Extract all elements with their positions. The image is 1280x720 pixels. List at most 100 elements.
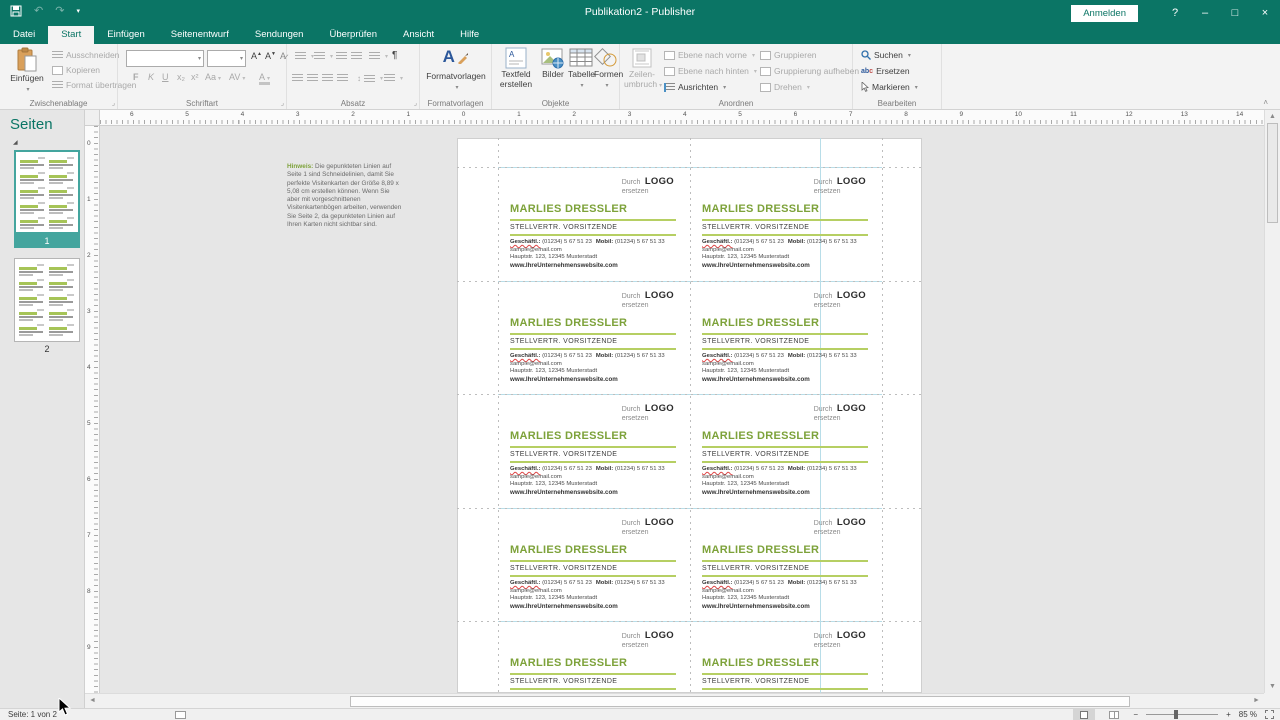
zoom-slider-thumb[interactable] — [1174, 710, 1178, 719]
tab-einfuegen[interactable]: Einfügen — [94, 26, 158, 44]
business-card[interactable]: Durch LOGO ersetzen MARLIES DRESSLER STE… — [498, 167, 690, 281]
logo-placeholder[interactable]: Durch LOGO ersetzen — [622, 516, 674, 537]
vertical-scrollbar[interactable]: ▲ ▼ — [1264, 110, 1280, 693]
card-name[interactable]: MARLIES DRESSLER — [510, 430, 627, 442]
vertical-ruler[interactable]: 0123456789 — [85, 126, 100, 693]
tab-seitenentwurf[interactable]: Seitenentwurf — [158, 26, 242, 44]
grow-font-button[interactable]: A▲ — [251, 51, 262, 61]
customize-quick-access-icon[interactable]: ▾ — [76, 7, 80, 15]
italic-button[interactable]: K — [148, 72, 154, 82]
copy-button[interactable]: Kopieren — [52, 65, 100, 75]
card-job-title[interactable]: STELLVERTR. VORSITZENDE — [510, 565, 617, 572]
card-job-title[interactable]: STELLVERTR. VORSITZENDE — [702, 224, 809, 231]
font-color-button[interactable]: A — [259, 72, 270, 85]
business-card[interactable]: Durch LOGO ersetzen MARLIES DRESSLER STE… — [690, 621, 882, 693]
align-center-button[interactable] — [307, 74, 318, 82]
card-job-title[interactable]: STELLVERTR. VORSITZENDE — [702, 451, 809, 458]
card-name[interactable]: MARLIES DRESSLER — [702, 203, 819, 215]
page-thumbnail-2[interactable]: 2 — [14, 258, 80, 356]
logo-placeholder[interactable]: Durch LOGO ersetzen — [814, 175, 866, 196]
line-spacing-button[interactable]: ↕ — [357, 74, 383, 83]
undo-icon[interactable]: ↶ — [34, 4, 43, 17]
card-job-title[interactable]: STELLVERTR. VORSITZENDE — [510, 678, 617, 685]
pages-collapse-icon[interactable]: ◢ — [0, 133, 84, 146]
shapes-button[interactable]: Formen — [594, 47, 618, 89]
card-contact-block[interactable]: Geschäftl.: (01234) 5 67 51 23Mobil: (01… — [702, 353, 874, 383]
horizontal-scrollbar[interactable]: ◄ ► — [85, 693, 1264, 708]
business-card[interactable]: Durch LOGO ersetzen MARLIES DRESSLER STE… — [690, 167, 882, 281]
replace-button[interactable]: abc Ersetzen — [861, 66, 910, 76]
business-card[interactable]: Durch LOGO ersetzen MARLIES DRESSLER STE… — [498, 621, 690, 693]
tab-datei[interactable]: Datei — [0, 26, 48, 44]
ungroup-button[interactable]: Gruppierung aufheben — [760, 66, 859, 76]
select-button[interactable]: Markieren — [861, 82, 918, 92]
justify-button[interactable] — [337, 74, 348, 82]
fit-page-icon[interactable] — [1265, 710, 1274, 719]
card-contact-block[interactable]: Geschäftl.: (01234) 5 67 51 23Mobil: (01… — [510, 239, 682, 269]
restore-icon[interactable]: □ — [1220, 7, 1250, 19]
single-page-view-button[interactable] — [1073, 709, 1095, 720]
scroll-right-icon[interactable]: ► — [1249, 694, 1264, 707]
bring-forward-button[interactable]: Ebene nach vorne — [664, 50, 755, 60]
subscript-button[interactable]: x₂ — [177, 72, 185, 82]
card-name[interactable]: MARLIES DRESSLER — [702, 317, 819, 329]
tab-start[interactable]: Start — [48, 26, 94, 44]
zoom-percent[interactable]: 85 % — [1239, 710, 1257, 719]
text-wrap-button[interactable]: Zeilen- umbruch — [624, 47, 660, 89]
card-job-title[interactable]: STELLVERTR. VORSITZENDE — [510, 338, 617, 345]
card-contact-block[interactable]: Geschäftl.: (01234) 5 67 51 23Mobil: (01… — [510, 580, 682, 610]
logo-placeholder[interactable]: Durch LOGO ersetzen — [814, 629, 866, 650]
change-case-button[interactable]: Aa — [205, 72, 221, 82]
business-card[interactable]: Durch LOGO ersetzen MARLIES DRESSLER STE… — [690, 394, 882, 508]
bullets-button[interactable] — [295, 52, 314, 60]
rotate-button[interactable]: Drehen — [760, 82, 810, 92]
help-icon[interactable]: ? — [1160, 7, 1190, 19]
send-backward-button[interactable]: Ebene nach hinten — [664, 66, 757, 76]
tab-ansicht[interactable]: Ansicht — [390, 26, 447, 44]
vertical-scrollbar-thumb[interactable] — [1267, 123, 1278, 223]
card-contact-block[interactable]: Geschäftl.: (01234) 5 67 51 23Mobil: (01… — [702, 239, 874, 269]
logo-placeholder[interactable]: Durch LOGO ersetzen — [622, 289, 674, 310]
scroll-left-icon[interactable]: ◄ — [85, 694, 100, 707]
card-contact-block[interactable]: Geschäftl.: (01234) 5 67 51 23Mobil: (01… — [510, 353, 682, 383]
card-name[interactable]: MARLIES DRESSLER — [702, 430, 819, 442]
scroll-up-icon[interactable]: ▲ — [1265, 110, 1280, 123]
logo-placeholder[interactable]: Durch LOGO ersetzen — [814, 402, 866, 423]
columns-button[interactable] — [369, 52, 388, 60]
card-job-title[interactable]: STELLVERTR. VORSITZENDE — [510, 224, 617, 231]
card-name[interactable]: MARLIES DRESSLER — [510, 317, 627, 329]
show-paragraph-marks-button[interactable]: ¶ — [392, 50, 397, 61]
logo-placeholder[interactable]: Durch LOGO ersetzen — [814, 289, 866, 310]
page-status[interactable]: Seite: 1 von 2 — [8, 710, 57, 719]
font-name-combobox[interactable] — [126, 50, 204, 67]
find-button[interactable]: Suchen — [861, 50, 911, 60]
card-job-title[interactable]: STELLVERTR. VORSITZENDE — [510, 451, 617, 458]
shrink-font-button[interactable]: A▼ — [265, 51, 276, 61]
align-left-button[interactable] — [292, 74, 303, 82]
clear-formatting-button[interactable]: A̷ — [280, 51, 286, 61]
template-note-textbox[interactable]: Hinweis: Die gepunkteten Linien auf Seit… — [287, 163, 403, 229]
collapse-ribbon-icon[interactable]: ˄ — [1263, 98, 1268, 107]
align-right-button[interactable] — [322, 74, 333, 82]
zoom-slider[interactable] — [1146, 714, 1218, 715]
business-card[interactable]: Durch LOGO ersetzen MARLIES DRESSLER STE… — [690, 281, 882, 395]
numbering-button[interactable] — [314, 52, 333, 60]
card-name[interactable]: MARLIES DRESSLER — [702, 544, 819, 556]
save-icon[interactable] — [10, 5, 22, 17]
cut-button[interactable]: Ausschneiden — [52, 50, 119, 60]
business-card[interactable]: Durch LOGO ersetzen MARLIES DRESSLER STE… — [498, 394, 690, 508]
card-name[interactable]: MARLIES DRESSLER — [702, 657, 819, 669]
tab-sendungen[interactable]: Sendungen — [242, 26, 317, 44]
logo-placeholder[interactable]: Durch LOGO ersetzen — [622, 629, 674, 650]
page-thumbnail-1[interactable]: 1 — [14, 150, 80, 248]
card-job-title[interactable]: STELLVERTR. VORSITZENDE — [702, 678, 809, 685]
font-size-combobox[interactable] — [207, 50, 246, 67]
styles-button[interactable]: A Formatvorlagen — [422, 47, 490, 91]
business-card[interactable]: Durch LOGO ersetzen MARLIES DRESSLER STE… — [498, 508, 690, 622]
card-contact-block[interactable]: Geschäftl.: (01234) 5 67 51 23Mobil: (01… — [510, 466, 682, 496]
business-card[interactable]: Durch LOGO ersetzen MARLIES DRESSLER STE… — [690, 508, 882, 622]
zoom-in-icon[interactable]: + — [1226, 710, 1231, 719]
document-canvas[interactable]: Durch LOGO ersetzen MARLIES DRESSLER STE… — [100, 126, 1264, 693]
card-name[interactable]: MARLIES DRESSLER — [510, 544, 627, 556]
table-button[interactable]: Tabelle — [568, 47, 594, 89]
